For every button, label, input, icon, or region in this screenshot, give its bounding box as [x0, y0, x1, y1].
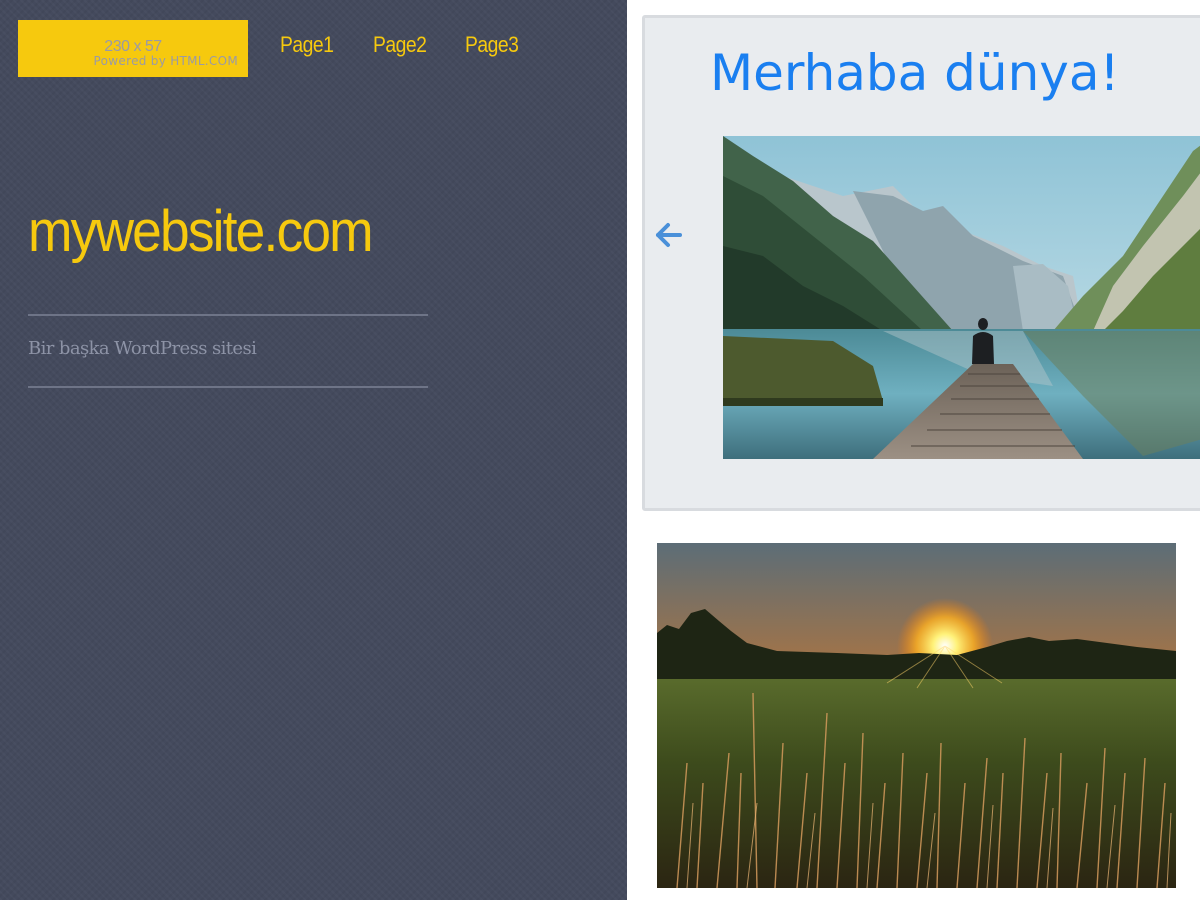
nav-link-page2[interactable]: Page2	[373, 32, 427, 58]
nav-link-page3[interactable]: Page3	[465, 32, 519, 58]
slide-heading[interactable]: Merhaba dünya!	[710, 44, 1120, 102]
logo-powered-by-text: Powered by HTML.COM	[93, 54, 238, 68]
divider-top	[28, 314, 428, 316]
slider-card: Merhaba dünya!	[642, 15, 1200, 511]
site-logo[interactable]: 230 x 57 Powered by HTML.COM	[18, 20, 248, 77]
main-nav: Page1 Page2 Page3	[280, 32, 526, 58]
sidebar: 230 x 57 Powered by HTML.COM Page1 Page2…	[0, 0, 627, 900]
nav-link-page1[interactable]: Page1	[280, 32, 334, 58]
divider-bottom	[28, 386, 428, 388]
sunset-field-photo[interactable]	[657, 543, 1176, 888]
site-title[interactable]: mywebsite.com	[28, 198, 374, 265]
arrow-left-icon[interactable]	[652, 218, 686, 252]
site-tagline: Bir başka WordPress sitesi	[28, 338, 257, 359]
mountain-lake-photo[interactable]	[723, 136, 1200, 459]
page: 230 x 57 Powered by HTML.COM Page1 Page2…	[0, 0, 1200, 900]
main-content: Merhaba dünya!	[627, 0, 1200, 900]
